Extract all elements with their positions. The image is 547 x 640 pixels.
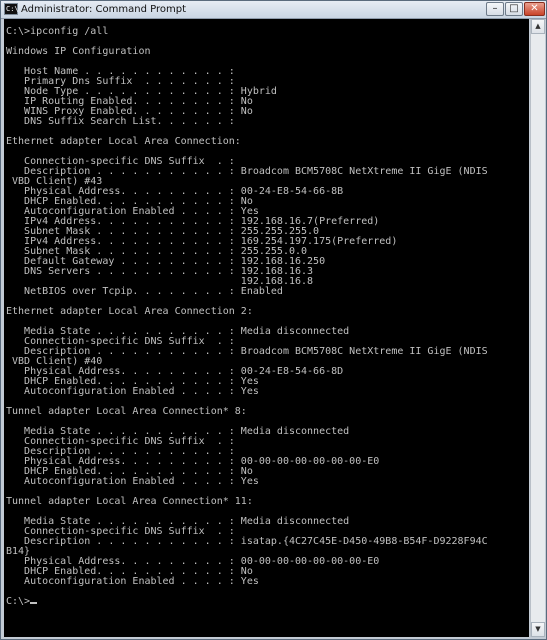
scroll-track[interactable]	[531, 34, 545, 622]
close-button[interactable]: ✕	[524, 2, 545, 16]
text-cursor	[30, 602, 38, 604]
console-line: Tunnel adapter Local Area Connection* 8:	[6, 406, 247, 417]
command-prompt-window: C:\ Administrator: Command Prompt – □ ✕ …	[0, 0, 547, 640]
console-text: C:\>ipconfig /all Windows IP Configurati…	[4, 19, 529, 607]
maximize-button[interactable]: □	[505, 2, 523, 16]
command-prompt-icon[interactable]: C:\	[4, 3, 19, 15]
console-output[interactable]: C:\>ipconfig /all Windows IP Configurati…	[4, 19, 529, 637]
minimize-button[interactable]: –	[486, 2, 504, 16]
console-line: Description . . . . . . . . . . . : isat…	[6, 536, 488, 547]
console-line: C:\>	[6, 596, 31, 607]
console-line: Ethernet adapter Local Area Connection 2…	[6, 306, 253, 317]
scroll-up-button[interactable]: ▲	[531, 19, 545, 34]
console-line: Autoconfiguration Enabled . . . . : Yes	[6, 386, 259, 397]
console-line: NetBIOS over Tcpip. . . . . . . . : Enab…	[6, 286, 283, 297]
console-line: Tunnel adapter Local Area Connection* 11…	[6, 496, 253, 507]
vertical-scrollbar[interactable]: ▲ ▼	[530, 19, 545, 637]
console-line: Windows IP Configuration	[6, 46, 151, 57]
console-line: Ethernet adapter Local Area Connection:	[6, 136, 241, 147]
scroll-down-button[interactable]: ▼	[531, 622, 545, 637]
title-bar[interactable]: C:\ Administrator: Command Prompt – □ ✕	[1, 1, 546, 19]
console-line: DNS Suffix Search List. . . . . . :	[6, 116, 235, 127]
window-title: Administrator: Command Prompt	[21, 4, 186, 15]
console-line: Autoconfiguration Enabled . . . . : Yes	[6, 576, 259, 587]
console-line: Autoconfiguration Enabled . . . . : Yes	[6, 476, 259, 487]
console-line: C:\>ipconfig /all	[6, 26, 109, 37]
